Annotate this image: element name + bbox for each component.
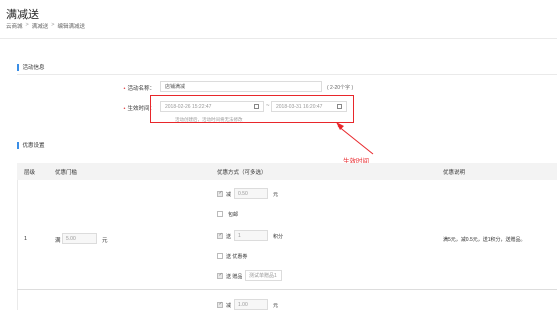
free-shipping-checkbox[interactable] <box>217 211 223 217</box>
activity-section-divider <box>17 74 557 75</box>
breadcrumb-item-promo[interactable]: 满减送 <box>32 22 49 30</box>
header-divider <box>0 38 557 39</box>
threshold-unit: 元 <box>102 238 108 244</box>
next-reduce-input[interactable]: 1.00 <box>234 299 268 310</box>
breadcrumb-item-home[interactable]: 云商城 <box>6 22 23 30</box>
section-accent-bar <box>17 141 19 149</box>
column-header-description: 优惠说明 <box>443 170 466 176</box>
threshold-prefix: 满 <box>55 238 61 244</box>
effective-time-label: • 生效时间： <box>123 106 155 112</box>
coupon-checkbox[interactable] <box>217 253 223 259</box>
activity-name-label: • 活动名称： <box>123 86 155 92</box>
threshold-input[interactable]: 5.00 <box>62 233 97 244</box>
points-label: 送 <box>226 234 232 240</box>
breadcrumb: 云商城 > 满减送 > 编辑满减送 <box>6 22 85 30</box>
breadcrumb-item-current: 编辑满减送 <box>57 24 85 30</box>
reduce-amount-input[interactable]: 0.50 <box>234 188 268 199</box>
row-level: 1 <box>24 236 28 242</box>
column-header-method: 优惠方式（可多选） <box>217 170 267 176</box>
page-title: 满减送 <box>6 9 39 21</box>
next-reduce-checkbox[interactable] <box>217 301 223 308</box>
coupon-label: 送 优惠券 <box>226 254 248 260</box>
column-header-threshold: 优惠门槛 <box>55 170 78 176</box>
next-reduce-unit: 元 <box>273 303 279 309</box>
table-header <box>17 163 557 180</box>
annotation-arrow-icon <box>336 122 374 155</box>
activity-name-input[interactable]: 店铺满减 <box>160 81 322 92</box>
activity-section-title: 活动信息 <box>17 63 45 71</box>
gift-label: 送 赠品 <box>226 274 243 280</box>
gift-select[interactable]: 测试单赠品1 <box>245 270 282 281</box>
points-unit: 积分 <box>273 234 284 240</box>
points-input[interactable]: 1 <box>234 230 268 241</box>
free-shipping-label: 包邮 <box>228 212 239 218</box>
reduce-unit: 元 <box>273 192 279 198</box>
discount-description: 满5元，减0.5元，送1积分，送赠品。 <box>443 237 526 243</box>
row-divider <box>17 289 557 290</box>
column-header-level: 层级 <box>24 170 36 176</box>
gift-checkbox[interactable] <box>217 272 223 279</box>
table-border-left <box>17 180 18 310</box>
next-reduce-label: 减 <box>226 303 232 309</box>
discount-section-title: 优惠设置 <box>17 141 45 149</box>
activity-name-hint: ( 2-20个字 ) <box>327 85 354 91</box>
breadcrumb-separator: > <box>51 22 55 28</box>
reduce-label: 减 <box>226 192 232 198</box>
breadcrumb-separator: > <box>25 22 29 28</box>
annotation-highlight-frame <box>150 95 354 123</box>
points-checkbox[interactable] <box>217 232 223 239</box>
section-accent-bar <box>17 63 19 71</box>
reduce-checkbox[interactable] <box>217 190 223 197</box>
